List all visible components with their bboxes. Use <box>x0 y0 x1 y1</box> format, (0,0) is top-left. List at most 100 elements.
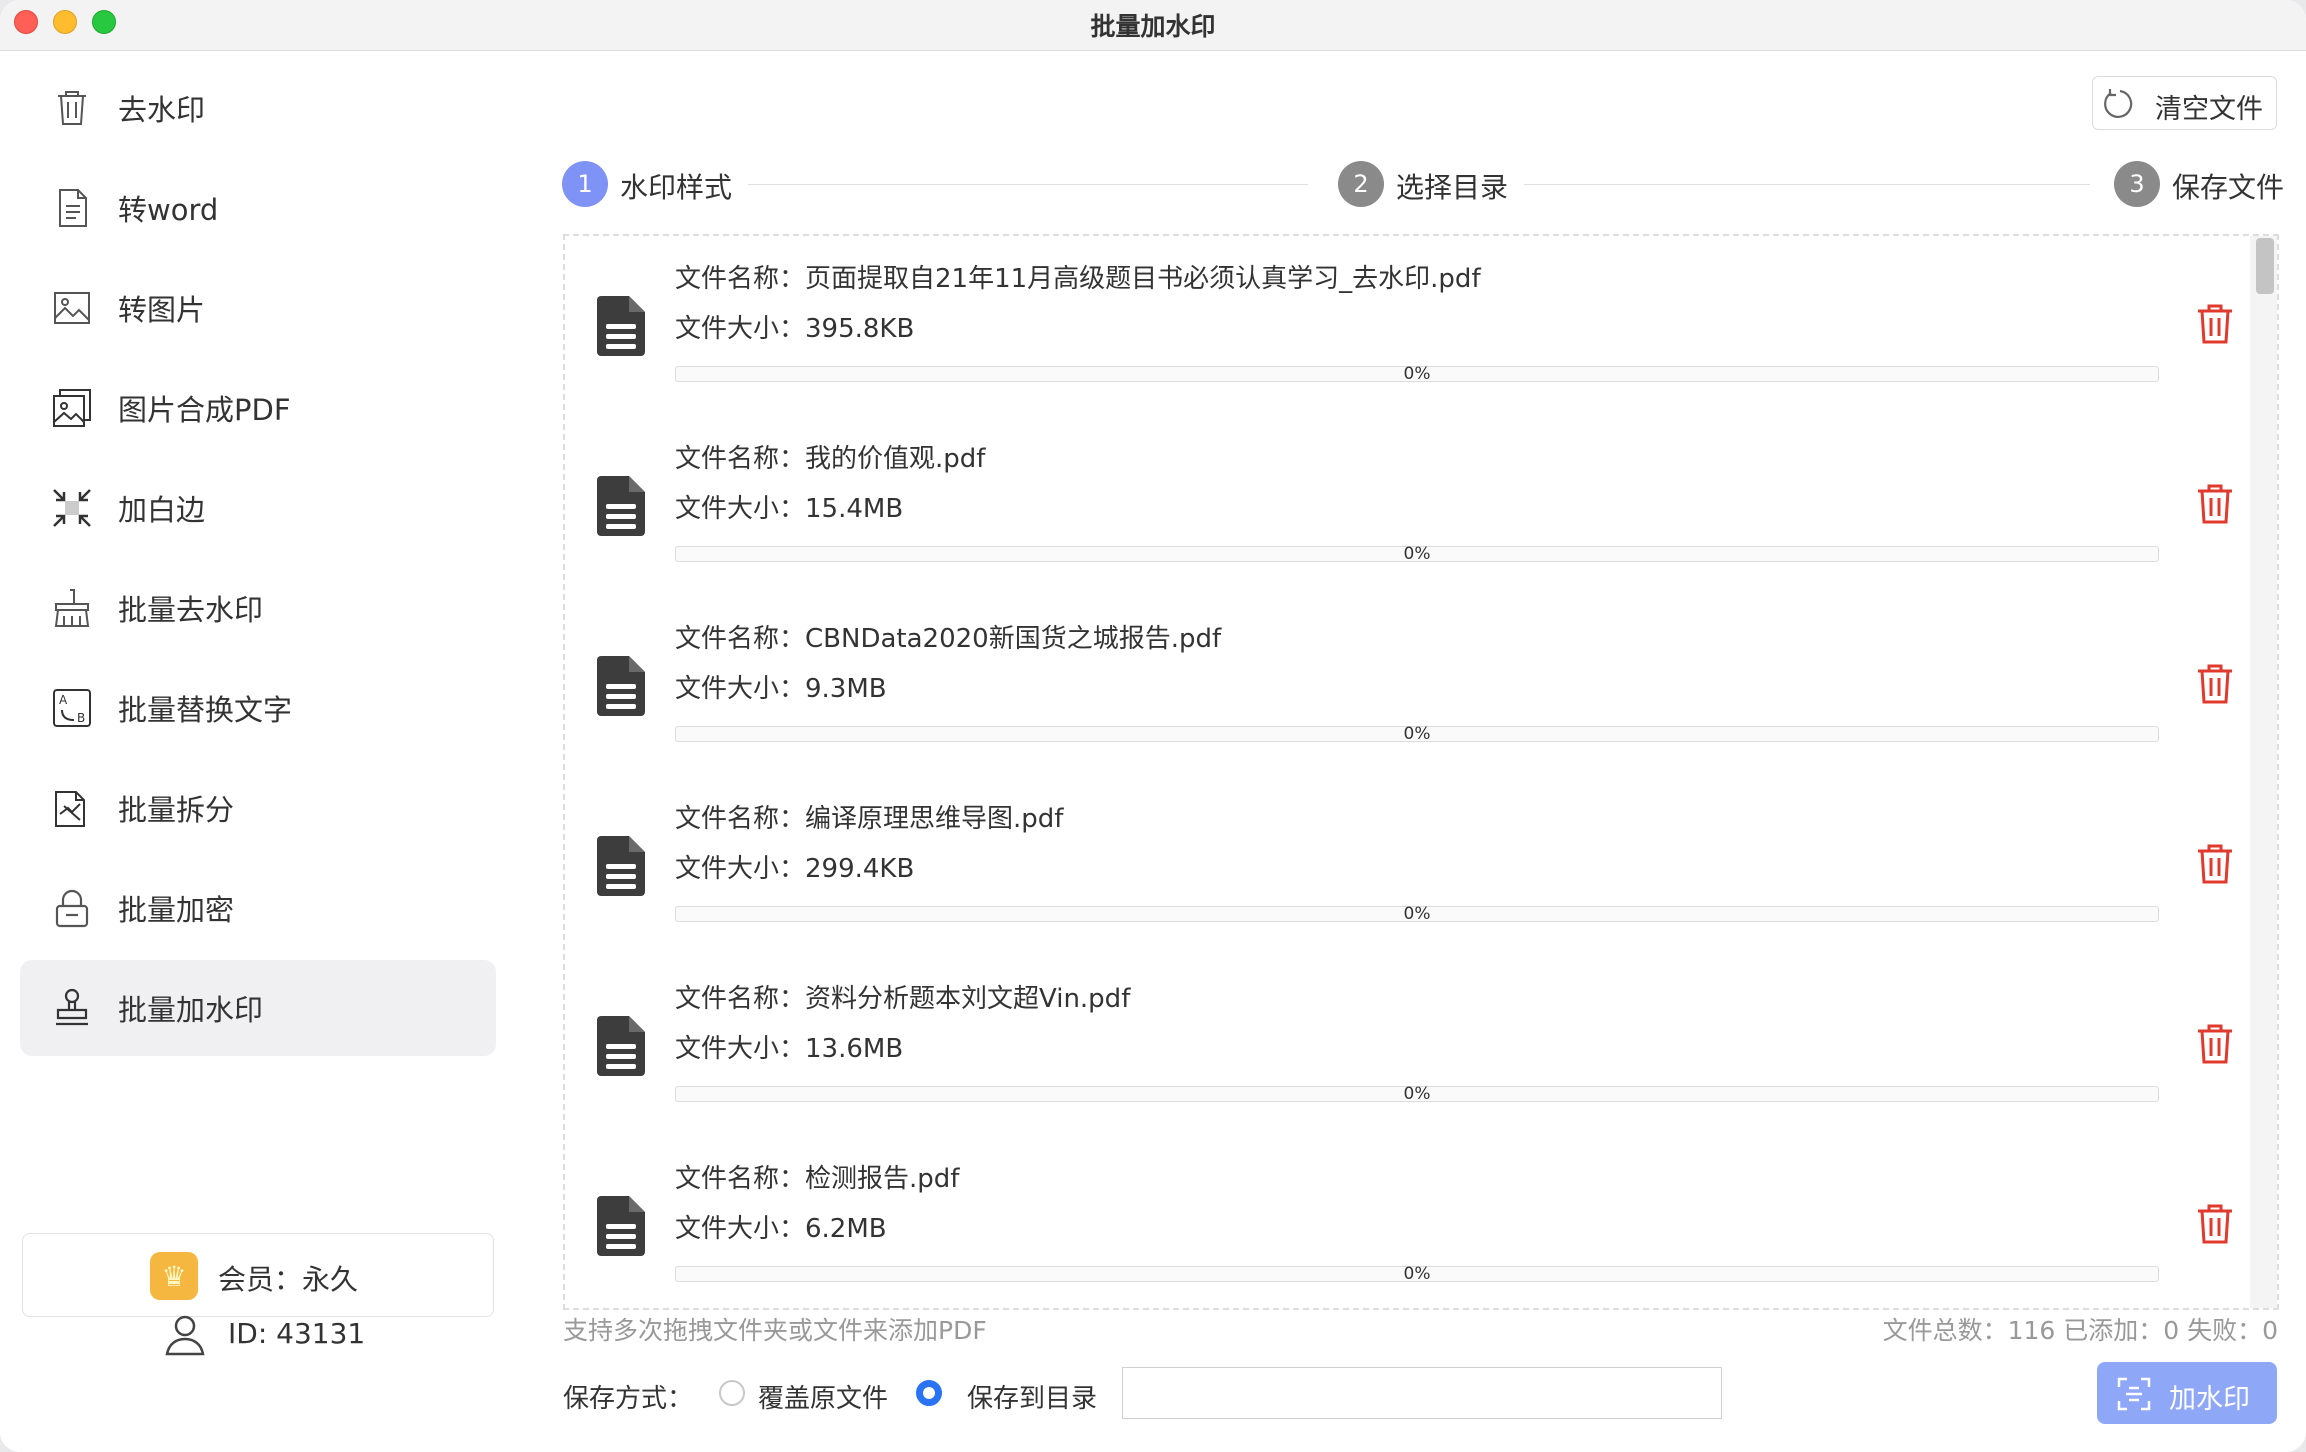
pdf-file-icon <box>595 1014 647 1078</box>
step-divider <box>748 184 1308 185</box>
step-1-label: 水印样式 <box>620 171 733 204</box>
sidebar-item-images-to-pdf[interactable]: 图片合成PDF <box>20 360 496 456</box>
add-watermark-button[interactable]: 加水印 <box>2097 1362 2277 1424</box>
file-name: 文件名称：我的价值观.pdf <box>675 444 986 474</box>
delete-file-icon[interactable] <box>2195 302 2235 346</box>
file-size: 文件大小：299.4KB <box>675 854 915 884</box>
step-number: 3 <box>2129 170 2145 198</box>
step-divider <box>1524 184 2090 185</box>
sidebar-item-label: 批量拆分 <box>118 793 235 827</box>
step-number: 1 <box>577 170 593 198</box>
file-progress-bar: 0% <box>675 724 2159 744</box>
document-icon <box>50 186 94 230</box>
trash-can-icon <box>50 86 94 130</box>
save-directory-input[interactable] <box>1122 1367 1722 1419</box>
sidebar-item-add-border[interactable]: 加白边 <box>20 460 496 556</box>
file-progress-bar: 0% <box>675 364 2159 384</box>
delete-file-icon[interactable] <box>2195 1202 2235 1246</box>
pdf-file-icon <box>595 654 647 718</box>
image-stack-icon <box>50 386 94 430</box>
user-icon <box>162 1311 208 1357</box>
user-id: ID: 43131 <box>228 1317 366 1350</box>
sidebar-item-to-image[interactable]: 转图片 <box>20 260 496 356</box>
sidebar-item-label: 批量替换文字 <box>118 693 293 727</box>
sidebar: 去水印 转word 转图片 图片合成PDF 加白边 批量去水印 A B 批量替换… <box>0 52 510 1452</box>
file-list-item: 文件名称：检测报告.pdf 文件大小：6.2MB 0% <box>565 1136 2245 1308</box>
title-bar: 批量加水印 <box>0 0 2306 51</box>
file-name: 文件名称：CBNData2020新国货之城报告.pdf <box>675 624 1222 654</box>
sidebar-item-batch-remove-watermark[interactable]: 批量去水印 <box>20 560 496 656</box>
file-progress-bar: 0% <box>675 1084 2159 1104</box>
compress-arrows-icon <box>50 486 94 530</box>
progress-text: 0% <box>1403 1264 1431 1284</box>
svg-text:A: A <box>59 693 68 707</box>
file-counts: 文件总数：116 已添加：0 失败：0 <box>1882 1316 2278 1345</box>
add-watermark-label: 加水印 <box>2169 1384 2250 1415</box>
split-document-icon <box>50 786 94 830</box>
delete-file-icon[interactable] <box>2195 662 2235 706</box>
file-size: 文件大小：9.3MB <box>675 674 887 704</box>
pdf-file-icon <box>595 474 647 538</box>
file-list-item: 文件名称：资料分析题本刘文超Vin.pdf 文件大小：13.6MB 0% <box>565 956 2245 1136</box>
stamp-icon <box>50 986 94 1030</box>
step-2-circle: 2 <box>1338 161 1384 207</box>
file-name: 文件名称：编译原理思维导图.pdf <box>675 804 1064 834</box>
sidebar-item-label: 批量加密 <box>118 893 235 927</box>
sidebar-item-label: 去水印 <box>118 93 206 127</box>
overwrite-original-radio[interactable] <box>719 1380 745 1406</box>
sidebar-item-label: 批量加水印 <box>118 993 264 1027</box>
step-number: 2 <box>1353 170 1369 198</box>
progress-text: 0% <box>1403 904 1431 924</box>
sidebar-item-batch-replace-text[interactable]: AB 批量替换文字 <box>20 660 496 756</box>
file-name: 文件名称：页面提取自21年11月高级题目书必须认真学习_去水印.pdf <box>675 264 1481 294</box>
step-2-label: 选择目录 <box>1396 171 1509 204</box>
membership-badge[interactable]: ♛ 会员：永久 <box>22 1233 494 1317</box>
file-name: 文件名称：检测报告.pdf <box>675 1164 960 1194</box>
delete-file-icon[interactable] <box>2195 482 2235 526</box>
sidebar-item-batch-add-watermark[interactable]: 批量加水印 <box>20 960 496 1056</box>
app-window: 批量加水印 去水印 转word 转图片 图片合成PDF 加白边 批量去水印 A … <box>0 0 2306 1452</box>
progress-text: 0% <box>1403 724 1431 744</box>
image-icon <box>50 286 94 330</box>
pdf-file-icon <box>595 294 647 358</box>
sidebar-item-remove-watermark[interactable]: 去水印 <box>20 60 496 156</box>
sidebar-item-label: 转图片 <box>118 293 206 327</box>
sidebar-item-to-word[interactable]: 转word <box>20 160 496 256</box>
file-progress-bar: 0% <box>675 544 2159 564</box>
clear-files-label: 清空文件 <box>2155 94 2263 125</box>
file-list-item: 文件名称：页面提取自21年11月高级题目书必须认真学习_去水印.pdf 文件大小… <box>565 236 2245 416</box>
clear-files-button[interactable]: 清空文件 <box>2092 76 2277 130</box>
sidebar-item-label: 转word <box>118 193 219 227</box>
scrollbar-thumb[interactable] <box>2256 238 2274 294</box>
delete-file-icon[interactable] <box>2195 842 2235 886</box>
file-size: 文件大小：13.6MB <box>675 1034 904 1064</box>
overwrite-original-label[interactable]: 覆盖原文件 <box>758 1378 888 1415</box>
step-3-circle: 3 <box>2114 161 2160 207</box>
file-list-item: 文件名称：我的价值观.pdf 文件大小：15.4MB 0% <box>565 416 2245 596</box>
file-list-scrollbar[interactable] <box>2250 236 2277 1308</box>
sidebar-item-batch-split[interactable]: 批量拆分 <box>20 760 496 856</box>
sidebar-item-label: 图片合成PDF <box>118 393 291 427</box>
file-size: 文件大小：395.8KB <box>675 314 915 344</box>
scan-frame-icon <box>2117 1377 2151 1411</box>
file-progress-bar: 0% <box>675 904 2159 924</box>
svg-text:B: B <box>77 711 85 725</box>
save-to-directory-label[interactable]: 保存到目录 <box>967 1378 1097 1415</box>
file-list-item: 文件名称：编译原理思维导图.pdf 文件大小：299.4KB 0% <box>565 776 2245 956</box>
save-to-directory-radio[interactable] <box>916 1380 942 1406</box>
broom-icon <box>50 586 94 630</box>
sidebar-item-batch-encrypt[interactable]: 批量加密 <box>20 860 496 956</box>
save-mode-label: 保存方式： <box>563 1384 694 1414</box>
delete-file-icon[interactable] <box>2195 1022 2235 1066</box>
step-1-circle: 1 <box>562 161 608 207</box>
file-name: 文件名称：资料分析题本刘文超Vin.pdf <box>675 984 1131 1014</box>
progress-text: 0% <box>1403 364 1431 384</box>
step-3-label: 保存文件 <box>2172 171 2285 204</box>
progress-text: 0% <box>1403 544 1431 564</box>
lock-icon <box>50 886 94 930</box>
pdf-file-icon <box>595 834 647 898</box>
file-drop-zone[interactable]: 文件名称：页面提取自21年11月高级题目书必须认真学习_去水印.pdf 文件大小… <box>563 234 2279 1310</box>
drop-hint: 支持多次拖拽文件夹或文件来添加PDF <box>563 1316 987 1345</box>
refresh-icon <box>2103 87 2137 121</box>
window-title: 批量加水印 <box>1090 12 1216 41</box>
